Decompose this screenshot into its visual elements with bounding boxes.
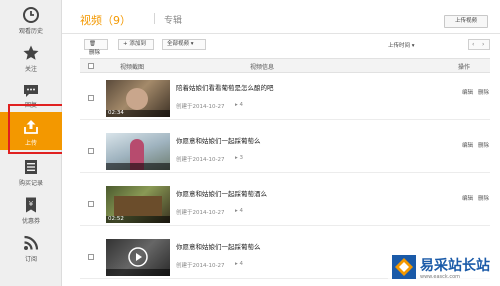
video-title[interactable]: 陪着姑娘们看看葡萄是怎么酿的吧	[176, 82, 274, 92]
video-date: 创建于2014-10-27	[176, 157, 225, 163]
play-count-value: 4	[239, 261, 244, 267]
next-page-icon[interactable]: ›	[482, 41, 484, 48]
coupon-icon: ¥	[26, 197, 36, 213]
video-title[interactable]: 你愿意和姑娘们一起踩葡萄酒么	[176, 188, 267, 198]
thumbnail-figure	[126, 88, 148, 110]
video-thumbnail[interactable]	[106, 239, 170, 276]
add-to-button-label: 添加到	[129, 41, 146, 47]
column-header-ops: 操作	[458, 64, 471, 71]
edit-link[interactable]: 编辑	[462, 88, 473, 96]
watermark-text: 易采站长站	[420, 257, 490, 273]
play-count-icon: ▸	[235, 208, 238, 214]
sidebar-item-label: 购买记录	[18, 180, 43, 187]
list-icon	[25, 160, 37, 174]
clock-icon	[23, 7, 39, 23]
add-to-button[interactable]: + 添加到	[118, 39, 154, 50]
chevron-down-icon: ▾	[190, 41, 194, 47]
edit-link[interactable]: 编辑	[462, 194, 473, 202]
watermark-logo: 易采站长站 www.easck.com	[388, 241, 500, 286]
highlight-frame	[8, 104, 66, 154]
plus-icon: +	[123, 41, 128, 47]
play-count: ▸ 4	[235, 102, 243, 108]
tab-divider	[154, 13, 155, 24]
row-checkbox[interactable]	[88, 254, 94, 260]
prev-page-icon[interactable]: ‹	[472, 41, 474, 48]
thumbnail-bar	[106, 269, 170, 276]
play-count-icon: ▸	[235, 155, 238, 161]
trash-icon: 🗑	[89, 41, 96, 47]
column-header-thumb: 视频截图	[120, 64, 145, 71]
table-row: 你愿意和姑娘们一起踩葡萄么 创建于2014-10-27 ▸ 3 编辑 删除	[80, 129, 490, 173]
table-row: 02:34 陪着姑娘们看看葡萄是怎么酿的吧 创建于2014-10-27 ▸ 4 …	[80, 76, 490, 120]
tab-albums[interactable]: 专辑	[164, 13, 182, 26]
thumbnail-bar	[106, 163, 170, 170]
sort-selector[interactable]: 上传时间 ▾	[388, 41, 415, 49]
row-checkbox[interactable]	[88, 201, 94, 207]
play-count-value: 4	[239, 208, 244, 214]
edit-link[interactable]: 编辑	[462, 141, 473, 149]
filter-dropdown-label: 全部视频	[167, 41, 190, 47]
sidebar-item-reply[interactable]: 回复	[0, 82, 62, 109]
video-date: 创建于2014-10-27	[176, 104, 225, 110]
play-count: ▸ 3	[235, 155, 243, 161]
delete-link[interactable]: 删除	[478, 88, 489, 96]
upload-video-button[interactable]: 上传视频	[444, 15, 488, 28]
play-count-icon: ▸	[235, 102, 238, 108]
video-thumbnail[interactable]	[106, 133, 170, 170]
play-count-value: 3	[239, 155, 244, 161]
star-icon	[23, 45, 39, 60]
delete-button-label: 删除	[89, 50, 101, 56]
video-title[interactable]: 你愿意和姑娘们一起踩葡萄么	[176, 241, 261, 251]
filter-dropdown[interactable]: 全部视频 ▾	[162, 39, 206, 50]
sidebar-item-subscribe[interactable]: 订阅	[0, 234, 62, 274]
sidebar-item-label: 关注	[24, 66, 37, 73]
delete-link[interactable]: 删除	[478, 141, 489, 149]
sidebar-item-coupons[interactable]: ¥ 优惠券	[0, 196, 62, 236]
sidebar-item-purchases[interactable]: 购买记录	[0, 158, 62, 198]
play-count: ▸ 4	[235, 261, 243, 267]
svg-text:¥: ¥	[29, 200, 34, 208]
table-header: 视频截图 视频信息 操作	[80, 58, 490, 73]
row-checkbox[interactable]	[88, 148, 94, 154]
speech-bubble-icon	[24, 85, 38, 97]
column-header-info: 视频信息	[250, 64, 275, 71]
play-count: ▸ 4	[235, 208, 243, 214]
watermark-url: www.easck.com	[420, 274, 461, 280]
sort-arrow-icon: ▾	[411, 43, 415, 49]
toolbar: 🗑 删除 + 添加到 全部视频 ▾ 上传时间 ▾ ‹ ›	[62, 36, 500, 56]
delete-link[interactable]: 删除	[478, 194, 489, 202]
video-title[interactable]: 你愿意和姑娘们一起踩葡萄么	[176, 135, 261, 145]
thumbnail-figure	[114, 196, 162, 216]
sidebar-item-label: 订阅	[24, 256, 37, 263]
select-all-checkbox[interactable]	[88, 63, 94, 69]
pager: ‹ ›	[468, 39, 490, 50]
delete-button[interactable]: 🗑 删除	[84, 39, 108, 56]
table-row: 02:52 你愿意和姑娘们一起踩葡萄酒么 创建于2014-10-27 ▸ 4 编…	[80, 182, 490, 226]
row-checkbox[interactable]	[88, 95, 94, 101]
video-date: 创建于2014-10-27	[176, 210, 225, 216]
sidebar-item-history[interactable]: 观看历史	[0, 6, 62, 46]
sidebar-item-label: 观看历史	[18, 28, 43, 35]
tab-bar: 视频（9） 专辑 上传视频	[62, 0, 500, 34]
sort-selector-label: 上传时间	[388, 43, 411, 49]
video-thumbnail[interactable]: 02:34	[106, 80, 170, 117]
video-duration: 02:52	[108, 216, 124, 222]
play-count-icon: ▸	[235, 261, 238, 267]
rss-icon	[24, 235, 39, 250]
video-date: 创建于2014-10-27	[176, 263, 225, 269]
tab-videos[interactable]: 视频（9）	[80, 12, 131, 28]
play-count-value: 4	[239, 102, 244, 108]
sidebar-item-label: 优惠券	[21, 218, 40, 225]
play-icon	[128, 247, 148, 267]
video-duration: 02:34	[108, 110, 124, 116]
video-thumbnail[interactable]: 02:52	[106, 186, 170, 223]
sidebar-item-follow[interactable]: 关注	[0, 44, 62, 84]
